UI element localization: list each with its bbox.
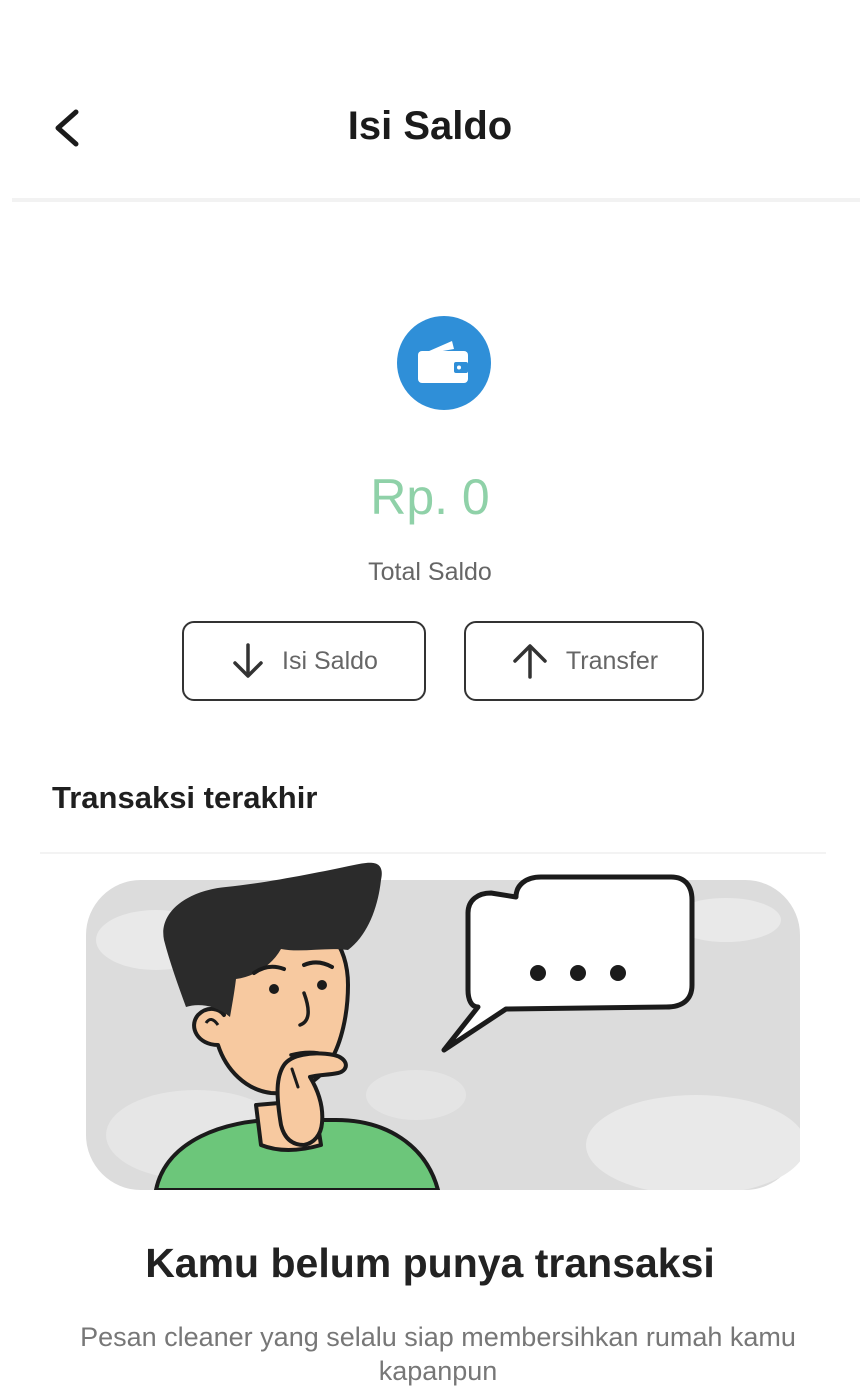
empty-state-description: Pesan cleaner yang selalu siap membersih… [80,1322,796,1386]
section-divider [40,852,826,854]
topup-button-label: Isi Saldo [282,646,378,675]
header-divider [12,198,860,202]
app-header: Isi Saldo [0,0,860,202]
balance-label: Total Saldo [368,558,492,586]
empty-state-title: Kamu belum punya transaksi [145,1240,715,1286]
arrow-up-icon [513,644,547,679]
transfer-button-label: Transfer [565,646,659,675]
arrow-down-icon [233,643,263,678]
wallet-badge [396,315,492,411]
topup-button[interactable]: Isi Saldo [182,621,426,701]
wallet-icon [397,316,491,410]
transfer-button[interactable]: Transfer [464,621,704,701]
recent-transactions-title: Transaksi terakhir [52,780,318,815]
balance-amount: Rp. 0 [370,469,490,525]
page-title: Isi Saldo [347,104,513,148]
thinking-person-illustration [86,862,800,1190]
